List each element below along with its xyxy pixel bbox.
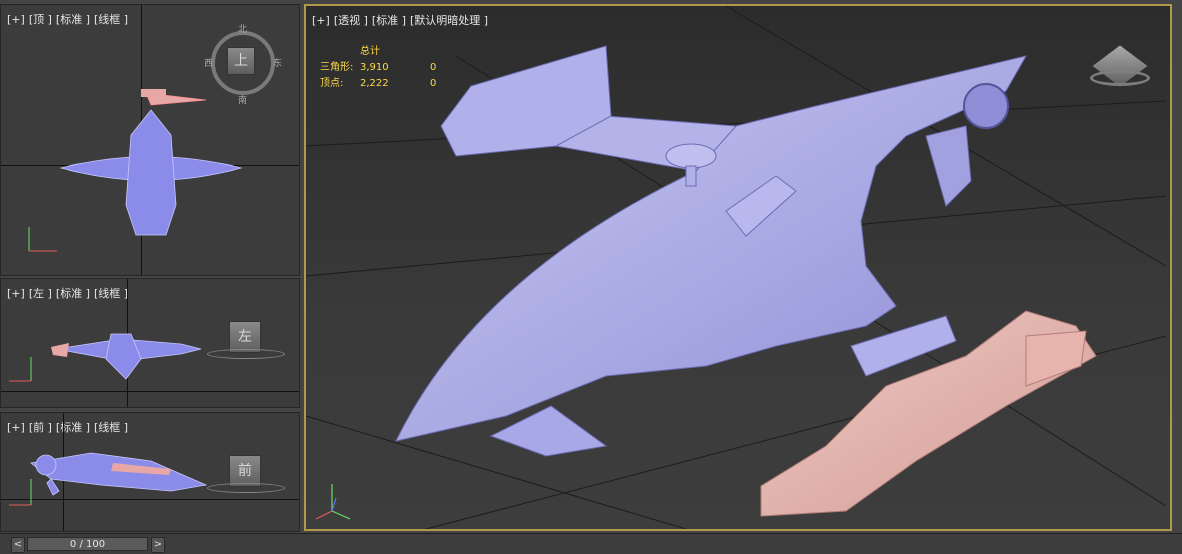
- timeline-next-button[interactable]: >: [151, 537, 165, 553]
- timeline-bar: < 0 / 100 >: [0, 533, 1182, 554]
- axis-gizmo: [28, 227, 57, 252]
- viewport-left[interactable]: [+] [左 ] [标准 ] [线框 ] 左: [0, 278, 300, 408]
- timeline-prev-button[interactable]: <: [11, 537, 25, 553]
- viewport-front[interactable]: [+] [前 ] [标准 ] [线框 ] 前: [0, 412, 300, 532]
- axis-gizmo: [315, 484, 351, 520]
- axis-gizmo: [9, 357, 32, 382]
- axis-gizmo: [9, 479, 32, 506]
- timeline-frame-slider[interactable]: 0 / 100: [27, 537, 148, 551]
- viewport-top[interactable]: [+] [顶 ] [标准 ] [线框 ] 上 北 南 西 东: [0, 4, 300, 276]
- viewport-perspective[interactable]: [+] [透视 ] [标准 ] [默认明暗处理 ] 总计 三角形: 3,910 0 顶…: [304, 4, 1172, 531]
